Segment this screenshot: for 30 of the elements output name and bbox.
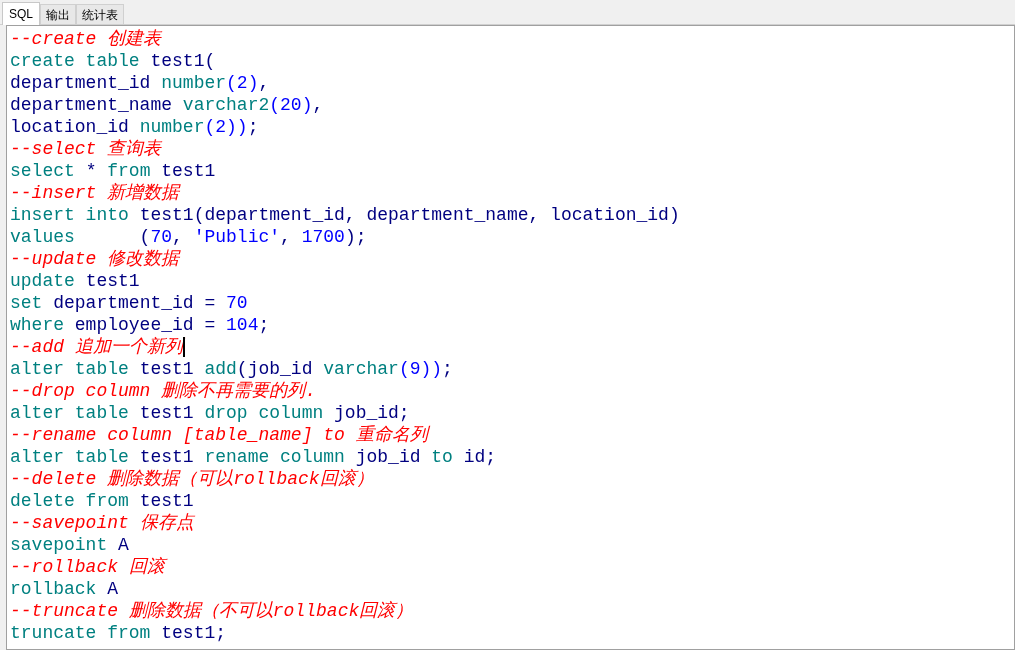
code-line: alter table test1 rename column job_id to id; [10,446,497,468]
code-comment: --select 查询表 [10,138,162,160]
code-comment: --delete 删除数据（可以rollback回滚） [10,468,374,490]
code-comment: --update 修改数据 [10,248,180,270]
code-line: department_id number(2), [10,72,270,94]
code-line: select * from test1 [10,160,216,182]
editor-tab[interactable]: SQL [2,2,40,25]
code-line: where employee_id = 104; [10,314,270,336]
editor-tab[interactable]: 输出 [40,4,76,24]
code-editor[interactable] [6,25,1015,650]
code-line: insert into test1(department_id, department_name, location_id) [10,204,680,226]
code-line: delete from test1 [10,490,194,512]
code-comment: --create 创建表 [10,28,162,50]
code-line: location_id number(2)); [10,116,259,138]
code-line: department_name varchar2(20), [10,94,324,116]
code-comment: --truncate 删除数据（不可以rollback回滚） [10,600,414,622]
code-line: alter table test1 drop column job_id; [10,402,410,424]
code-line: create table test1( [10,50,216,72]
code-comment: --drop column 删除不再需要的列. [10,380,317,402]
code-comment: --rename column [table_name] to 重命名列 [10,424,428,446]
editor-tab[interactable]: 统计表 [76,4,124,24]
code-line: alter table test1 add(job_id varchar(9)); [10,358,453,380]
code-line: savepoint A [10,534,129,556]
code-line: set department_id = 70 [10,292,248,314]
code-line: truncate from test1; [10,622,227,644]
code-line: update test1 [10,270,140,292]
code-line: values (70, 'Public', 1700); [10,226,367,248]
code-comment: --savepoint 保存点 [10,512,194,534]
code-comment: --insert 新增数据 [10,182,180,204]
code-line: rollback A [10,578,119,600]
